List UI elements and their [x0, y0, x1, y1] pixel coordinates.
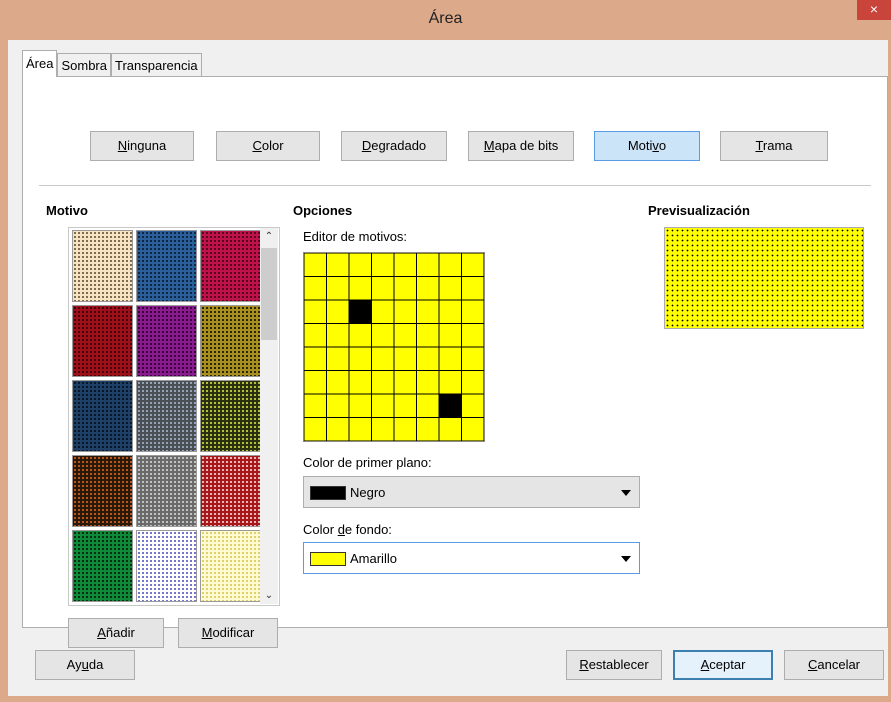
background-color-label: Color de fondo:: [303, 522, 392, 537]
scroll-thumb[interactable]: [261, 248, 277, 340]
pattern-pixel-filled[interactable]: [349, 300, 372, 324]
dropdown-arrow-icon: [621, 490, 631, 496]
title-bar: Área ×: [0, 0, 891, 40]
reset-button[interactable]: Restablecer: [566, 650, 662, 680]
window-title: Área: [428, 10, 463, 27]
help-button[interactable]: Ayuda: [35, 650, 135, 680]
fill-none-button[interactable]: Ninguna: [90, 131, 194, 161]
options-header: Opciones: [293, 203, 353, 218]
pattern-editor-label: Editor de motivos:: [303, 229, 408, 244]
background-color-select[interactable]: Amarillo: [303, 542, 640, 574]
ok-button[interactable]: Aceptar: [673, 650, 773, 680]
pattern-header: Motivo: [46, 203, 88, 218]
pattern-swatch[interactable]: [136, 455, 197, 527]
pattern-swatch[interactable]: [200, 380, 261, 452]
background-color-swatch: [310, 552, 346, 566]
fill-hatch-button[interactable]: Trama: [720, 131, 828, 161]
pattern-pixel-filled[interactable]: [439, 393, 462, 418]
chevron-up-icon[interactable]: ⌃: [260, 228, 278, 245]
pattern-swatch[interactable]: [72, 380, 133, 452]
pattern-swatch[interactable]: [136, 530, 197, 602]
tab-area[interactable]: Área: [22, 50, 58, 77]
pattern-swatch[interactable]: [200, 230, 261, 302]
fill-pattern-button[interactable]: Motivo: [594, 131, 700, 161]
chevron-down-icon[interactable]: ⌄: [260, 587, 278, 604]
tab-sombra[interactable]: Sombra: [57, 53, 111, 77]
pattern-swatch[interactable]: [200, 455, 261, 527]
pattern-scrollbar[interactable]: ⌃ ⌄: [260, 228, 278, 604]
pattern-swatch[interactable]: [200, 530, 261, 602]
fill-bitmap-button[interactable]: Mapa de bits: [468, 131, 574, 161]
background-color-value: Amarillo: [350, 551, 397, 566]
preview-swatch: [664, 227, 864, 329]
tab-panel-area: Ninguna Color Degradado Mapa de bits Mot…: [22, 76, 888, 648]
pattern-swatch[interactable]: [72, 530, 133, 602]
area-dialog: Área × Área Sombra Transparencia Ninguna…: [0, 0, 891, 702]
pattern-editor-grid[interactable]: [303, 252, 485, 442]
pattern-list[interactable]: ⌃ ⌄: [68, 227, 280, 606]
dropdown-arrow-icon: [621, 556, 631, 562]
pattern-swatch[interactable]: [136, 230, 197, 302]
foreground-color-value: Negro: [350, 485, 386, 500]
add-pattern-button[interactable]: Añadir: [68, 618, 164, 648]
tab-bar: Área Sombra Transparencia: [22, 50, 202, 77]
preview-header: Previsualización: [648, 203, 750, 218]
fill-gradient-button[interactable]: Degradado: [341, 131, 447, 161]
cancel-button[interactable]: Cancelar: [784, 650, 884, 680]
pattern-swatch[interactable]: [72, 230, 133, 302]
foreground-color-swatch: [310, 486, 346, 500]
pattern-swatch[interactable]: [200, 305, 261, 377]
divider: [39, 185, 871, 186]
pattern-swatch[interactable]: [72, 305, 133, 377]
dialog-body: Área Sombra Transparencia Ninguna Color …: [8, 40, 888, 696]
foreground-color-select[interactable]: Negro: [303, 476, 640, 508]
tab-transparencia[interactable]: Transparencia: [111, 53, 202, 77]
pattern-swatch[interactable]: [136, 380, 197, 452]
fill-color-button[interactable]: Color: [216, 131, 320, 161]
pattern-swatch[interactable]: [72, 455, 133, 527]
foreground-color-label: Color de primer plano:: [303, 455, 432, 470]
close-icon[interactable]: ×: [857, 0, 891, 20]
modify-pattern-button[interactable]: Modificar: [178, 618, 278, 648]
pattern-swatch[interactable]: [136, 305, 197, 377]
